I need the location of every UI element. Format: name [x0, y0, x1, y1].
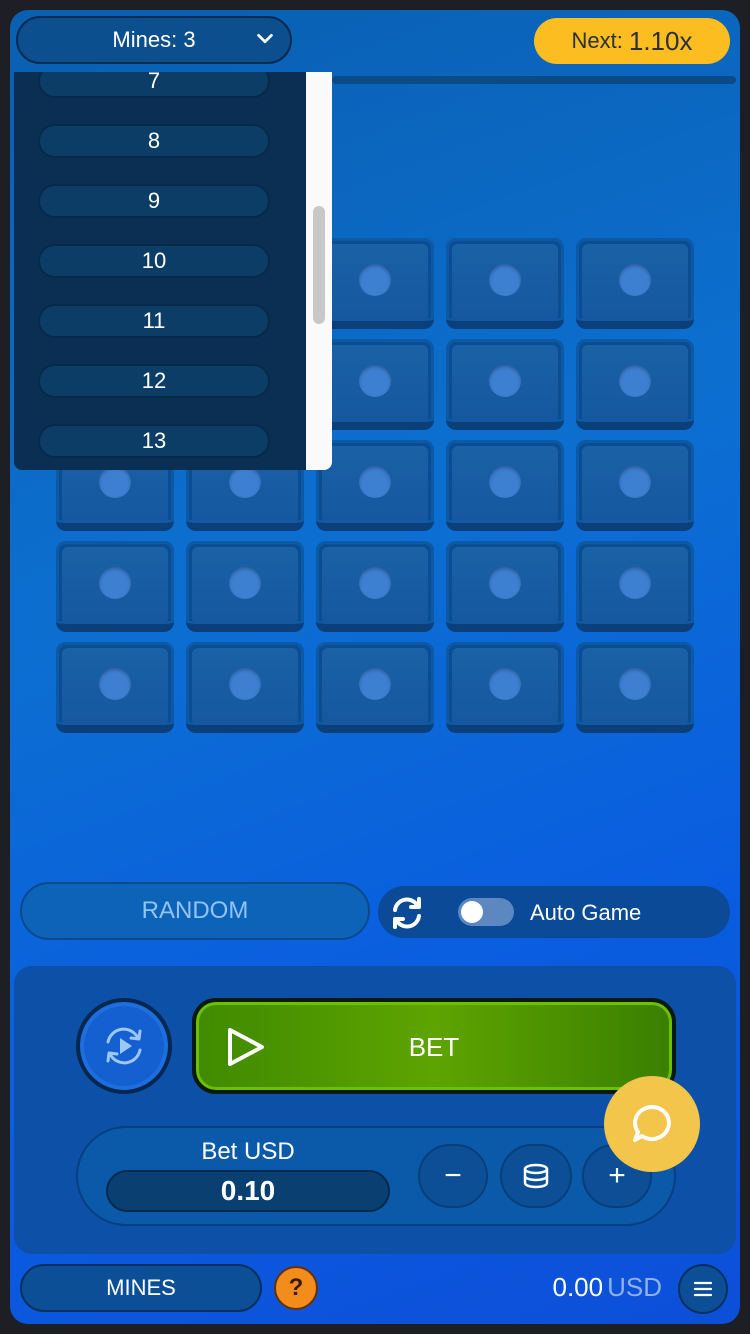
coins-icon: [523, 1163, 549, 1189]
grid-tile[interactable]: [316, 642, 434, 733]
mines-count-label: Mines: 3: [112, 27, 196, 52]
tile-dot-icon: [489, 668, 521, 700]
bet-amount-value: 0.10: [220, 1175, 276, 1206]
grid-tile[interactable]: [576, 541, 694, 632]
tile-dot-icon: [489, 264, 521, 296]
bet-amount-control: Bet USD 0.10 − +: [76, 1126, 676, 1226]
chevron-down-icon: [257, 33, 273, 44]
tile-dot-icon: [489, 365, 521, 397]
tile-dot-icon: [619, 567, 651, 599]
dropdown-scroll-thumb[interactable]: [313, 206, 325, 324]
question-icon: ?: [288, 1274, 304, 1301]
grid-tile[interactable]: [446, 440, 564, 531]
grid-tile[interactable]: [576, 440, 694, 531]
top-bar: Mines: 3 Next: 1.10x: [10, 10, 740, 72]
tile-dot-icon: [489, 466, 521, 498]
help-button[interactable]: ?: [274, 1266, 318, 1310]
bet-amount-input[interactable]: 0.10: [106, 1170, 390, 1212]
mines-option[interactable]: 8: [38, 124, 270, 158]
dropdown-scrollbar[interactable]: [306, 72, 332, 470]
tile-dot-icon: [359, 668, 391, 700]
tile-dot-icon: [99, 466, 131, 498]
minus-icon: −: [444, 1159, 462, 1192]
grid-tile[interactable]: [576, 238, 694, 329]
grid-tile[interactable]: [186, 541, 304, 632]
decrease-bet-button[interactable]: −: [418, 1144, 488, 1208]
bet-button-label: BET: [408, 1032, 460, 1062]
mines-option[interactable]: 12: [38, 364, 270, 398]
mines-option[interactable]: 10: [38, 244, 270, 278]
grid-tile[interactable]: [316, 238, 434, 329]
grid-tile[interactable]: [446, 238, 564, 329]
grid-tile[interactable]: [576, 642, 694, 733]
mines-tab-label: MINES: [106, 1275, 176, 1300]
tile-dot-icon: [359, 365, 391, 397]
tile-dot-icon: [619, 466, 651, 498]
chat-button[interactable]: [604, 1076, 700, 1172]
auto-game-toggle[interactable]: [458, 898, 514, 926]
repeat-bet-button[interactable]: [76, 998, 172, 1094]
mines-dropdown-list: 13 12 11 10 9 8 7: [14, 72, 332, 470]
bet-amount-presets-button[interactable]: [500, 1144, 572, 1208]
auto-game-label: Auto Game: [530, 900, 642, 925]
grid-tile[interactable]: [446, 339, 564, 430]
tile-dot-icon: [359, 264, 391, 296]
progress-bar: [332, 76, 736, 84]
replay-icon: [106, 1027, 142, 1065]
mines-count-select[interactable]: Mines: 3: [16, 16, 292, 64]
tile-dot-icon: [619, 264, 651, 296]
next-multiplier-label: Next:: [571, 28, 623, 53]
tile-dot-icon: [619, 668, 651, 700]
mines-option[interactable]: 9: [38, 184, 270, 218]
grid-tile[interactable]: [56, 541, 174, 632]
random-button[interactable]: RANDOM: [20, 882, 370, 940]
sync-icon[interactable]: [386, 892, 428, 934]
grid-tile[interactable]: [576, 339, 694, 430]
hamburger-menu-icon: [693, 1281, 713, 1297]
plus-icon: +: [608, 1159, 626, 1192]
grid-tile[interactable]: [446, 642, 564, 733]
bet-amount-label: Bet USD: [201, 1138, 295, 1165]
tile-dot-icon: [359, 567, 391, 599]
tile-dot-icon: [229, 668, 261, 700]
next-multiplier-value: 1.10x: [628, 25, 693, 56]
grid-tile[interactable]: [446, 541, 564, 632]
mines-game-tab[interactable]: MINES: [20, 1264, 262, 1312]
tile-dot-icon: [229, 567, 261, 599]
balance-value: 0.00: [552, 1272, 604, 1302]
chat-bubble-icon: [633, 1105, 671, 1142]
grid-tile[interactable]: [316, 440, 434, 531]
tile-dot-icon: [489, 567, 521, 599]
tile-dot-icon: [229, 466, 261, 498]
grid-tile[interactable]: [316, 339, 434, 430]
mines-option[interactable]: 11: [38, 304, 270, 338]
menu-button[interactable]: [678, 1264, 728, 1314]
tile-dot-icon: [99, 567, 131, 599]
auto-game-control: Auto Game: [378, 886, 730, 938]
mines-option[interactable]: 7: [38, 72, 270, 98]
random-button-label: RANDOM: [141, 897, 249, 924]
balance-display: 0.00 USD: [552, 1272, 662, 1303]
toggle-knob: [461, 901, 483, 923]
tile-dot-icon: [99, 668, 131, 700]
tile-dot-icon: [359, 466, 391, 498]
tile-dot-icon: [619, 365, 651, 397]
grid-tile[interactable]: [316, 541, 434, 632]
next-multiplier-badge: Next: 1.10x: [534, 18, 730, 64]
grid-tile[interactable]: [186, 642, 304, 733]
grid-tile[interactable]: [56, 642, 174, 733]
bet-button[interactable]: BET: [192, 998, 676, 1094]
mines-option[interactable]: 13: [38, 424, 270, 458]
balance-currency: USD: [607, 1272, 662, 1302]
